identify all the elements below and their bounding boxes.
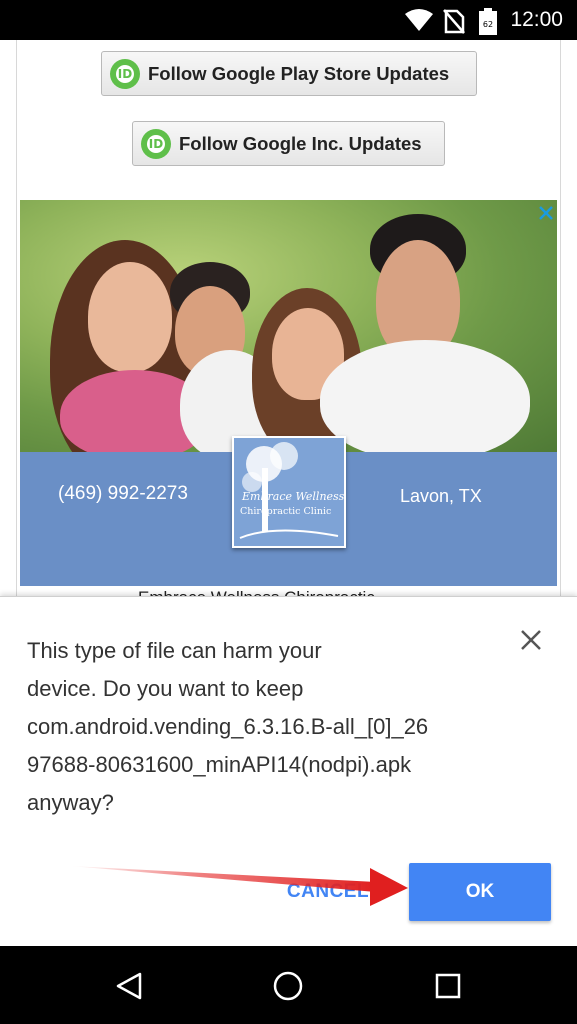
logo-script-text: Embrace Wellness [242,490,345,503]
ad-close-icon[interactable] [536,203,556,223]
dialog-message-line: com.android.vending_6.3.16.B-all_[0]_26 [27,714,429,739]
navigation-bar [0,946,577,1024]
ad-location: Lavon, TX [400,486,482,506]
dialog-message-line: 97688-80631600_minAPI14(nodpi).apk [27,752,412,777]
back-button[interactable] [107,964,151,1008]
recents-icon [435,973,461,999]
home-icon [273,971,303,1001]
status-clock: 12:00 [510,8,563,31]
ad-family-photo [20,200,557,480]
clinic-logo: Embrace Wellness Chiropractic Clinic [232,436,346,548]
wifi-icon [405,9,433,31]
svg-text:62: 62 [483,20,493,29]
id-logo-icon: ID [141,128,171,159]
page-border [560,40,561,600]
recents-button[interactable] [426,964,470,1008]
back-icon [116,972,142,1000]
close-icon[interactable] [519,628,543,652]
cancel-button[interactable]: CANCEL [273,870,383,914]
ok-button[interactable]: OK [409,863,551,921]
status-bar: 62 12:00 [0,0,577,40]
dialog-message-line: This type of file can harm your [27,638,322,663]
id-logo-icon: ID [110,58,140,89]
advertisement-banner[interactable]: (469) 992-2273 Lavon, TX Embrace Wellnes… [20,200,557,586]
follow-button-label: Follow Google Inc. Updates [179,132,422,154]
follow-google-inc-button[interactable]: ID Follow Google Inc. Updates [132,121,445,166]
dialog-message-line: anyway? [27,790,114,815]
dialog-message: This type of file can harm your device. … [27,632,507,822]
no-sim-icon [443,9,465,34]
follow-button-label: Follow Google Play Store Updates [148,62,450,84]
page-border [16,40,17,600]
logo-clinic-text: Chiropractic Clinic [240,506,332,517]
home-button[interactable] [266,964,310,1008]
dialog-message-line: device. Do you want to keep [27,676,304,701]
ad-phone-number[interactable]: (469) 992-2273 [58,483,188,505]
battery-icon: 62 [479,8,497,35]
follow-play-store-button[interactable]: ID Follow Google Play Store Updates [101,51,477,96]
